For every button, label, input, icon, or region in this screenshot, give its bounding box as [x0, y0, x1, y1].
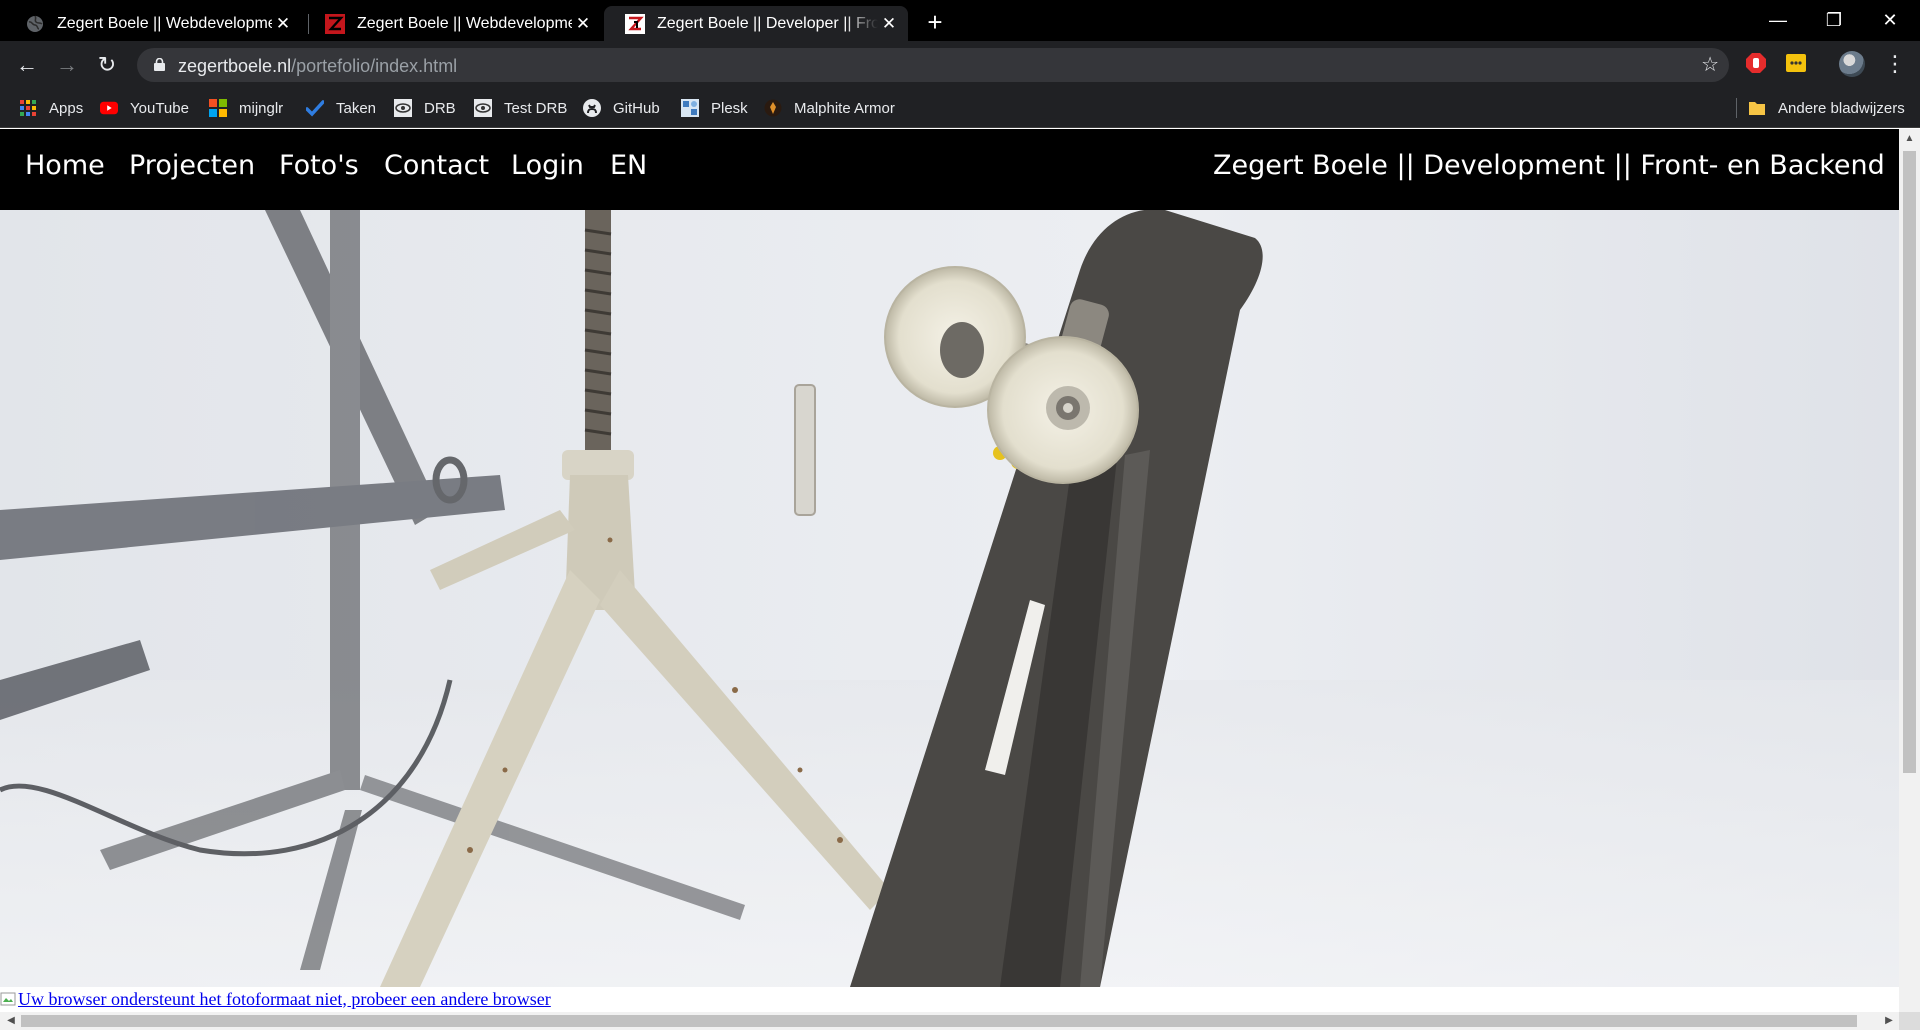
- globe-icon: [25, 14, 45, 34]
- nav-home[interactable]: Home: [25, 150, 105, 181]
- scroll-up-arrow-icon[interactable]: ▲: [1899, 133, 1920, 144]
- bookmark-label: Malphite Armor: [794, 99, 895, 117]
- site-brand-title: Zegert Boele || Development || Front- en…: [1213, 150, 1885, 181]
- url-text: zegertboele.nl/portefolio/index.html: [178, 56, 457, 77]
- page-viewport: Home Projecten Foto's Contact Login EN Z…: [0, 129, 1899, 1012]
- broken-image-icon: [0, 992, 16, 1006]
- broken-image-fallback: Uw browser ondersteunt het fotoformaat n…: [0, 988, 551, 1010]
- hero-photo: [0, 210, 1899, 987]
- browser-tab-3-active[interactable]: Zegert Boele || Developer || Front- en B…: [604, 6, 908, 41]
- bookmark-malphite-armor[interactable]: Malphite Armor: [764, 97, 895, 119]
- scroll-right-arrow-icon[interactable]: ▶: [1880, 1012, 1898, 1030]
- windows-logo-icon: [209, 99, 227, 117]
- browser-tab-2[interactable]: Zegert Boele || Webdevelopment ✕: [304, 6, 602, 41]
- vertical-scroll-thumb[interactable]: [1903, 151, 1916, 773]
- scrollbar-corner: [1899, 1012, 1920, 1030]
- bookmark-drb[interactable]: DRB: [394, 97, 456, 119]
- bookmarks-divider: [1736, 98, 1737, 118]
- close-tab-icon[interactable]: ✕: [878, 14, 900, 34]
- nav-language-en[interactable]: EN: [610, 150, 647, 181]
- reload-button[interactable]: ↻: [91, 49, 123, 81]
- zb-logo-icon: [625, 13, 645, 34]
- bookmark-label: Plesk: [711, 99, 748, 117]
- hero-skateboard-photo: [0, 210, 1899, 987]
- bookmark-github[interactable]: GitHub: [583, 97, 660, 119]
- folder-icon: [1748, 99, 1766, 117]
- bookmark-label: Andere bladwijzers: [1778, 99, 1905, 117]
- bookmark-apps[interactable]: Apps: [19, 97, 83, 119]
- bookmark-mijnglr[interactable]: mijnglr: [209, 97, 283, 119]
- bookmark-label: GitHub: [613, 99, 660, 117]
- bookmark-star-icon[interactable]: ☆: [1701, 52, 1719, 77]
- zb-logo-icon: [325, 13, 345, 34]
- url-path: /portefolio/index.html: [291, 56, 458, 76]
- back-button[interactable]: ←: [11, 49, 43, 81]
- bookmark-youtube[interactable]: YouTube: [100, 97, 189, 119]
- github-icon: [583, 99, 601, 117]
- tab-title: Zegert Boele || Webdevelopment: [357, 14, 572, 32]
- close-tab-icon[interactable]: ✕: [272, 14, 294, 34]
- url-domain: zegertboele.nl: [178, 56, 292, 76]
- tab-title: Zegert Boele || Webdevelopment: [57, 14, 272, 32]
- bookmarks-bar: Apps YouTube mijnglr Taken DRB Test DRB: [0, 88, 1920, 128]
- minimize-window-button[interactable]: —: [1750, 0, 1806, 41]
- notes-extension-icon[interactable]: [1785, 52, 1807, 74]
- bookmark-label: Apps: [49, 99, 84, 117]
- close-tab-icon[interactable]: ✕: [572, 14, 594, 34]
- site-navigation: Home Projecten Foto's Contact Login EN Z…: [0, 129, 1899, 210]
- horizontal-scroll-thumb[interactable]: [21, 1015, 1857, 1027]
- profile-avatar[interactable]: [1839, 51, 1865, 77]
- restore-window-button[interactable]: ❐: [1806, 0, 1862, 41]
- checkmark-icon: [306, 99, 324, 117]
- bookmark-label: Test DRB: [504, 99, 568, 117]
- browser-menu-icon[interactable]: ⋮: [1884, 49, 1906, 79]
- broken-image-link[interactable]: Uw browser ondersteunt het fotoformaat n…: [18, 989, 551, 1010]
- forward-button[interactable]: →: [51, 49, 83, 81]
- nav-projecten[interactable]: Projecten: [129, 150, 255, 181]
- lock-icon[interactable]: [154, 58, 165, 71]
- bookmark-label: mijnglr: [239, 99, 284, 117]
- tab-title: Zegert Boele || Developer || Front- en B…: [657, 14, 878, 32]
- youtube-icon: [100, 99, 118, 117]
- eye-icon: [394, 99, 412, 117]
- bookmark-plesk[interactable]: Plesk: [681, 97, 748, 119]
- adblock-extension-icon[interactable]: [1745, 52, 1767, 74]
- nav-contact[interactable]: Contact: [384, 150, 489, 181]
- new-tab-button[interactable]: +: [920, 8, 950, 38]
- browser-toolbar: ← → ↻ zegertboele.nl/portefolio/index.ht…: [0, 41, 1920, 88]
- bookmark-label: DRB: [424, 99, 456, 117]
- bookmark-label: YouTube: [130, 99, 189, 117]
- nav-fotos[interactable]: Foto's: [279, 150, 359, 181]
- address-bar[interactable]: zegertboele.nl/portefolio/index.html ☆: [137, 48, 1729, 82]
- browser-tab-strip: Zegert Boele || Webdevelopment ✕ Zegert …: [0, 0, 1920, 41]
- horizontal-scrollbar[interactable]: ◀ ▶: [0, 1012, 1899, 1030]
- nav-login[interactable]: Login: [511, 150, 584, 181]
- bookmark-taken[interactable]: Taken: [306, 97, 376, 119]
- vertical-scrollbar[interactable]: ▲: [1899, 129, 1920, 1012]
- game-icon: [764, 99, 782, 117]
- other-bookmarks-folder[interactable]: Andere bladwijzers: [1748, 97, 1905, 119]
- plesk-icon: [681, 99, 699, 117]
- eye-icon: [474, 99, 492, 117]
- scroll-left-arrow-icon[interactable]: ◀: [2, 1012, 20, 1030]
- browser-tab-1[interactable]: Zegert Boele || Webdevelopment ✕: [4, 6, 302, 41]
- close-window-button[interactable]: ✕: [1862, 0, 1918, 41]
- apps-grid-icon: [19, 99, 37, 117]
- bookmark-test-drb[interactable]: Test DRB: [474, 97, 567, 119]
- bookmark-label: Taken: [336, 99, 377, 117]
